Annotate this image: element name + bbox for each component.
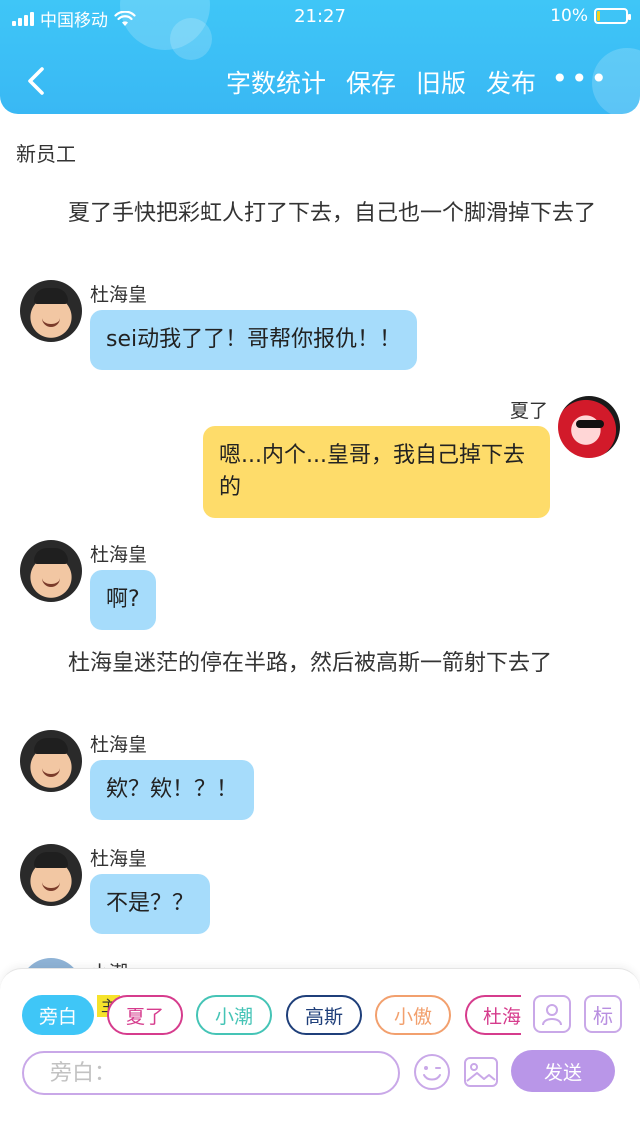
avatar[interactable] xyxy=(558,396,620,458)
message-bubble[interactable]: 嗯...内个...皇哥，我自己掉下去的 xyxy=(203,426,550,518)
sender-name: 杜海皇 xyxy=(90,284,148,306)
back-arrow-icon[interactable] xyxy=(24,66,48,96)
chip-xiaoao[interactable]: 小傲 xyxy=(375,995,451,1035)
avatar[interactable] xyxy=(20,844,82,906)
chat-message: 夏了 嗯...内个...皇哥，我自己掉下去的 xyxy=(0,394,640,524)
battery-percent: 10% xyxy=(550,6,588,26)
story-title: 新员工 xyxy=(16,142,76,166)
mark-button[interactable]: 标 xyxy=(584,995,622,1033)
word-count-button[interactable]: 字数统计 xyxy=(226,64,326,100)
chat-message: 杜海皇 sei动我了了！哥帮你报仇！！ xyxy=(0,278,640,378)
avatar[interactable] xyxy=(20,540,82,602)
narration-text: 杜海皇迷茫的停在半路，然后被高斯一箭射下去了 xyxy=(68,651,553,676)
old-version-button[interactable]: 旧版 xyxy=(416,64,466,100)
message-input-wrap xyxy=(22,1051,400,1095)
status-bar: 中国移动 21:27 10% xyxy=(0,0,640,34)
message-input[interactable] xyxy=(24,1053,398,1093)
more-icon[interactable]: ••• xyxy=(551,62,610,95)
message-bubble[interactable]: 啊? xyxy=(90,570,156,630)
publish-button[interactable]: 发布 xyxy=(486,64,536,100)
nav-actions: 字数统计 保存 旧版 发布 xyxy=(226,64,536,100)
message-bubble[interactable]: 不是？？ xyxy=(90,874,211,934)
app-header: 中国移动 21:27 10% 字数统计 保存 旧版 发布 ••• xyxy=(0,0,640,114)
sender-name: 杜海皇 xyxy=(90,734,148,756)
chip-xiale[interactable]: 夏了 xyxy=(107,995,183,1035)
sender-name: 杜海皇 xyxy=(90,848,148,870)
image-icon[interactable] xyxy=(462,1053,500,1091)
narration-text: 夏了手快把彩虹人打了下去，自己也一个脚滑掉下去了 xyxy=(68,201,597,226)
person-icon xyxy=(542,1004,562,1026)
sender-name: 杜海皇 xyxy=(90,544,148,566)
nav-bar: 字数统计 保存 旧版 发布 ••• xyxy=(0,56,640,106)
story-content: 新员工 夏了手快把彩虹人打了下去，自己也一个脚滑掉下去了 杜海皇 sei动我了了… xyxy=(0,114,640,970)
chip-xiaochao[interactable]: 小潮 xyxy=(196,995,272,1035)
input-panel: 旁白 主 夏了 小潮 高斯 小傲 杜海 标 发送 xyxy=(0,968,640,1138)
chat-message: 杜海皇 欸？欸！？！ xyxy=(0,728,640,828)
status-time: 21:27 xyxy=(294,6,346,27)
chat-message: 杜海皇 啊? xyxy=(0,538,640,638)
send-button[interactable]: 发送 xyxy=(511,1050,615,1092)
avatar[interactable] xyxy=(20,730,82,792)
chip-narrator[interactable]: 旁白 xyxy=(22,995,94,1035)
battery-level xyxy=(597,11,600,21)
save-button[interactable]: 保存 xyxy=(346,64,396,100)
chat-message: 杜海皇 不是？？ xyxy=(0,842,640,942)
message-bubble[interactable]: 欸？欸！？！ xyxy=(90,760,255,820)
sender-name: 夏了 xyxy=(509,400,548,422)
emoji-icon[interactable] xyxy=(413,1053,451,1091)
add-character-button[interactable] xyxy=(533,995,571,1033)
message-bubble[interactable]: sei动我了了！哥帮你报仇！！ xyxy=(90,310,418,370)
chip-gaosi[interactable]: 高斯 xyxy=(286,995,362,1035)
avatar[interactable] xyxy=(20,280,82,342)
chip-duhai[interactable]: 杜海 xyxy=(465,995,521,1035)
battery-icon xyxy=(594,8,631,24)
